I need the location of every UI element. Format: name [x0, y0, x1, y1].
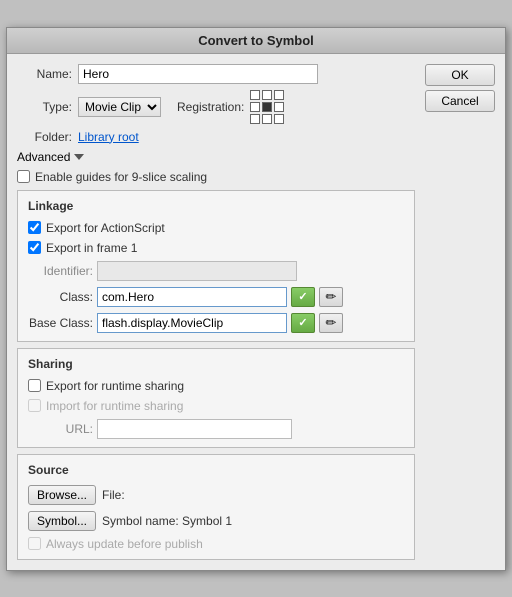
- type-label: Type:: [17, 100, 72, 114]
- identifier-label: Identifier:: [28, 264, 93, 278]
- checkmark-icon: ✓: [298, 290, 307, 303]
- dialog-title: Convert to Symbol: [198, 33, 314, 48]
- url-input[interactable]: [97, 419, 292, 439]
- source-section: Source Browse... File: Symbol... Symbol …: [17, 454, 415, 560]
- dialog: Convert to Symbol Name: Type: Movie Clip…: [6, 27, 506, 571]
- reg-dot-4[interactable]: [250, 102, 260, 112]
- identifier-input: [97, 261, 297, 281]
- source-title: Source: [28, 463, 404, 477]
- advanced-label: Advanced: [17, 150, 70, 164]
- url-label: URL:: [28, 422, 93, 436]
- advanced-toggle[interactable]: Advanced: [17, 150, 415, 164]
- reg-dot-6[interactable]: [274, 102, 284, 112]
- sharing-title: Sharing: [28, 357, 404, 371]
- advanced-triangle-icon: [74, 154, 84, 160]
- always-update-row: Always update before publish: [28, 537, 404, 551]
- import-runtime-row: Import for runtime sharing: [28, 399, 404, 413]
- ok-button[interactable]: OK: [425, 64, 495, 86]
- export-actionscript-label: Export for ActionScript: [46, 221, 165, 235]
- folder-row: Folder: Library root: [17, 130, 415, 144]
- base-checkmark-icon: ✓: [298, 316, 307, 329]
- linkage-section: Linkage Export for ActionScript Export i…: [17, 190, 415, 342]
- nine-slice-label: Enable guides for 9-slice scaling: [35, 170, 207, 184]
- registration-grid[interactable]: [250, 90, 284, 124]
- symbol-name-text: Symbol name: Symbol 1: [102, 514, 232, 528]
- name-input[interactable]: [78, 64, 318, 84]
- export-runtime-label: Export for runtime sharing: [46, 379, 184, 393]
- base-class-input[interactable]: [97, 313, 287, 333]
- main-content: Name: Type: Movie Clip Button Graphic Re…: [17, 64, 415, 560]
- sharing-section: Sharing Export for runtime sharing Impor…: [17, 348, 415, 448]
- base-class-label: Base Class:: [28, 316, 93, 330]
- linkage-title: Linkage: [28, 199, 404, 213]
- cancel-button[interactable]: Cancel: [425, 90, 495, 112]
- base-pencil-icon: ✏: [326, 315, 337, 331]
- import-runtime-checkbox: [28, 399, 41, 412]
- type-row: Type: Movie Clip Button Graphic Registra…: [17, 90, 415, 124]
- registration-label: Registration:: [177, 100, 244, 114]
- reg-dot-3[interactable]: [274, 90, 284, 100]
- export-frame1-checkbox[interactable]: [28, 241, 41, 254]
- class-label: Class:: [28, 290, 93, 304]
- base-class-check-icon[interactable]: ✓: [291, 313, 315, 333]
- reg-dot-8[interactable]: [262, 114, 272, 124]
- button-panel: OK Cancel: [425, 64, 495, 560]
- title-bar: Convert to Symbol: [7, 28, 505, 54]
- reg-dot-5[interactable]: [262, 102, 272, 112]
- class-edit-icon[interactable]: ✏: [319, 287, 343, 307]
- class-row: Class: ✓ ✏: [28, 287, 404, 307]
- always-update-label: Always update before publish: [46, 537, 203, 551]
- export-runtime-row: Export for runtime sharing: [28, 379, 404, 393]
- browse-button[interactable]: Browse...: [28, 485, 96, 505]
- pencil-icon: ✏: [326, 289, 337, 305]
- reg-dot-1[interactable]: [250, 90, 260, 100]
- always-update-checkbox: [28, 537, 41, 550]
- base-class-row: Base Class: ✓ ✏: [28, 313, 404, 333]
- browse-row: Browse... File:: [28, 485, 404, 505]
- export-runtime-checkbox[interactable]: [28, 379, 41, 392]
- base-class-edit-icon[interactable]: ✏: [319, 313, 343, 333]
- export-frame1-row: Export in frame 1: [28, 241, 404, 255]
- url-row: URL:: [28, 419, 404, 439]
- import-runtime-label: Import for runtime sharing: [46, 399, 183, 413]
- nine-slice-row: Enable guides for 9-slice scaling: [17, 170, 415, 184]
- type-select[interactable]: Movie Clip Button Graphic: [78, 97, 161, 117]
- file-label: File:: [102, 488, 125, 502]
- class-check-icon[interactable]: ✓: [291, 287, 315, 307]
- name-row: Name:: [17, 64, 415, 84]
- reg-dot-7[interactable]: [250, 114, 260, 124]
- export-actionscript-row: Export for ActionScript: [28, 221, 404, 235]
- reg-dot-9[interactable]: [274, 114, 284, 124]
- folder-link[interactable]: Library root: [78, 130, 139, 144]
- export-frame1-label: Export in frame 1: [46, 241, 137, 255]
- nine-slice-checkbox[interactable]: [17, 170, 30, 183]
- identifier-row: Identifier:: [28, 261, 404, 281]
- class-input[interactable]: [97, 287, 287, 307]
- name-label: Name:: [17, 67, 72, 81]
- symbol-row: Symbol... Symbol name: Symbol 1: [28, 511, 404, 531]
- folder-label: Folder:: [17, 130, 72, 144]
- export-actionscript-checkbox[interactable]: [28, 221, 41, 234]
- symbol-button[interactable]: Symbol...: [28, 511, 96, 531]
- reg-dot-2[interactable]: [262, 90, 272, 100]
